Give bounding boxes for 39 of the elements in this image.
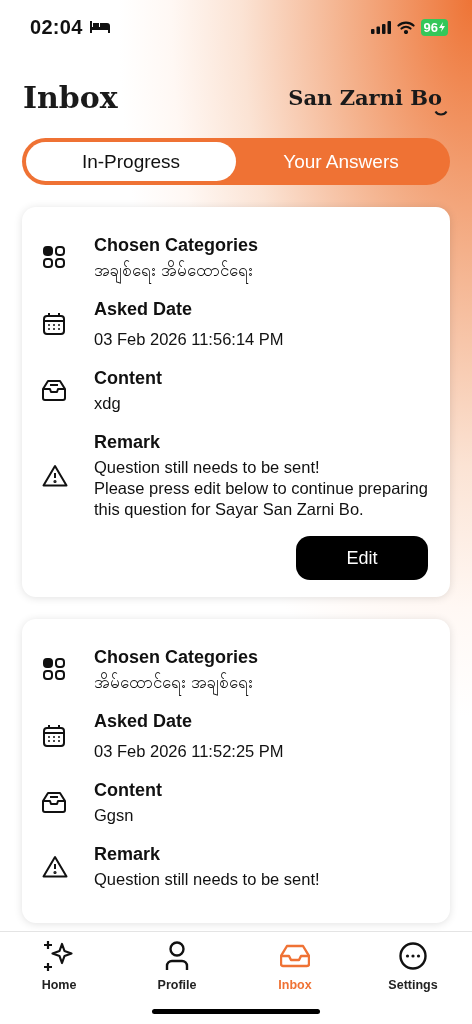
status-time: 02:04 [30,15,83,39]
grid-icon [42,657,66,681]
field-label: Remark [94,843,162,866]
field-value: 03 Feb 2026 11:52:25 PM [94,741,285,762]
field-label: Asked Date [94,298,194,321]
page-title: Inbox [23,79,118,115]
field-value: Question still needs to be sent! [94,869,321,890]
field-label: Remark [94,431,162,454]
bed-icon [88,20,111,34]
inbox-icon [280,944,310,968]
field-label: Asked Date [94,710,194,733]
edit-button[interactable]: Edit [296,536,428,580]
tab-item[interactable]: Home [0,938,118,992]
warning-icon [42,854,68,878]
warning-icon [42,463,68,487]
calendar-icon [42,723,66,748]
tray-icon [42,791,66,813]
field-value: Ggsn [94,805,135,826]
signal-icon [370,20,391,34]
brand-name: San Zarni Bo [288,84,442,110]
grid-icon [42,245,66,269]
smile-icon [434,109,448,118]
field-value: xdg [94,393,122,414]
field-label: Chosen Categories [94,234,260,257]
wifi-icon [396,20,415,34]
field-label: Content [94,779,163,802]
battery-indicator: 96 [420,18,448,36]
field-value: Question still needs to be sent! Please press edit below to continue preparing this question for Sayar San Zarni Bo. [94,457,428,520]
field-value: 03 Feb 2026 11:56:14 PM [94,329,285,350]
tab-item[interactable]: Settings [354,938,472,992]
field-label: Chosen Categories [94,646,260,669]
tab-item[interactable]: Profile [118,938,236,992]
person-icon [165,941,189,971]
tray-icon [42,379,66,401]
calendar-icon [42,311,66,336]
segment-tab[interactable]: In-Progress [26,142,236,181]
sparkles-icon [43,940,75,972]
field-label: Content [94,367,163,390]
more-icon [399,942,427,970]
